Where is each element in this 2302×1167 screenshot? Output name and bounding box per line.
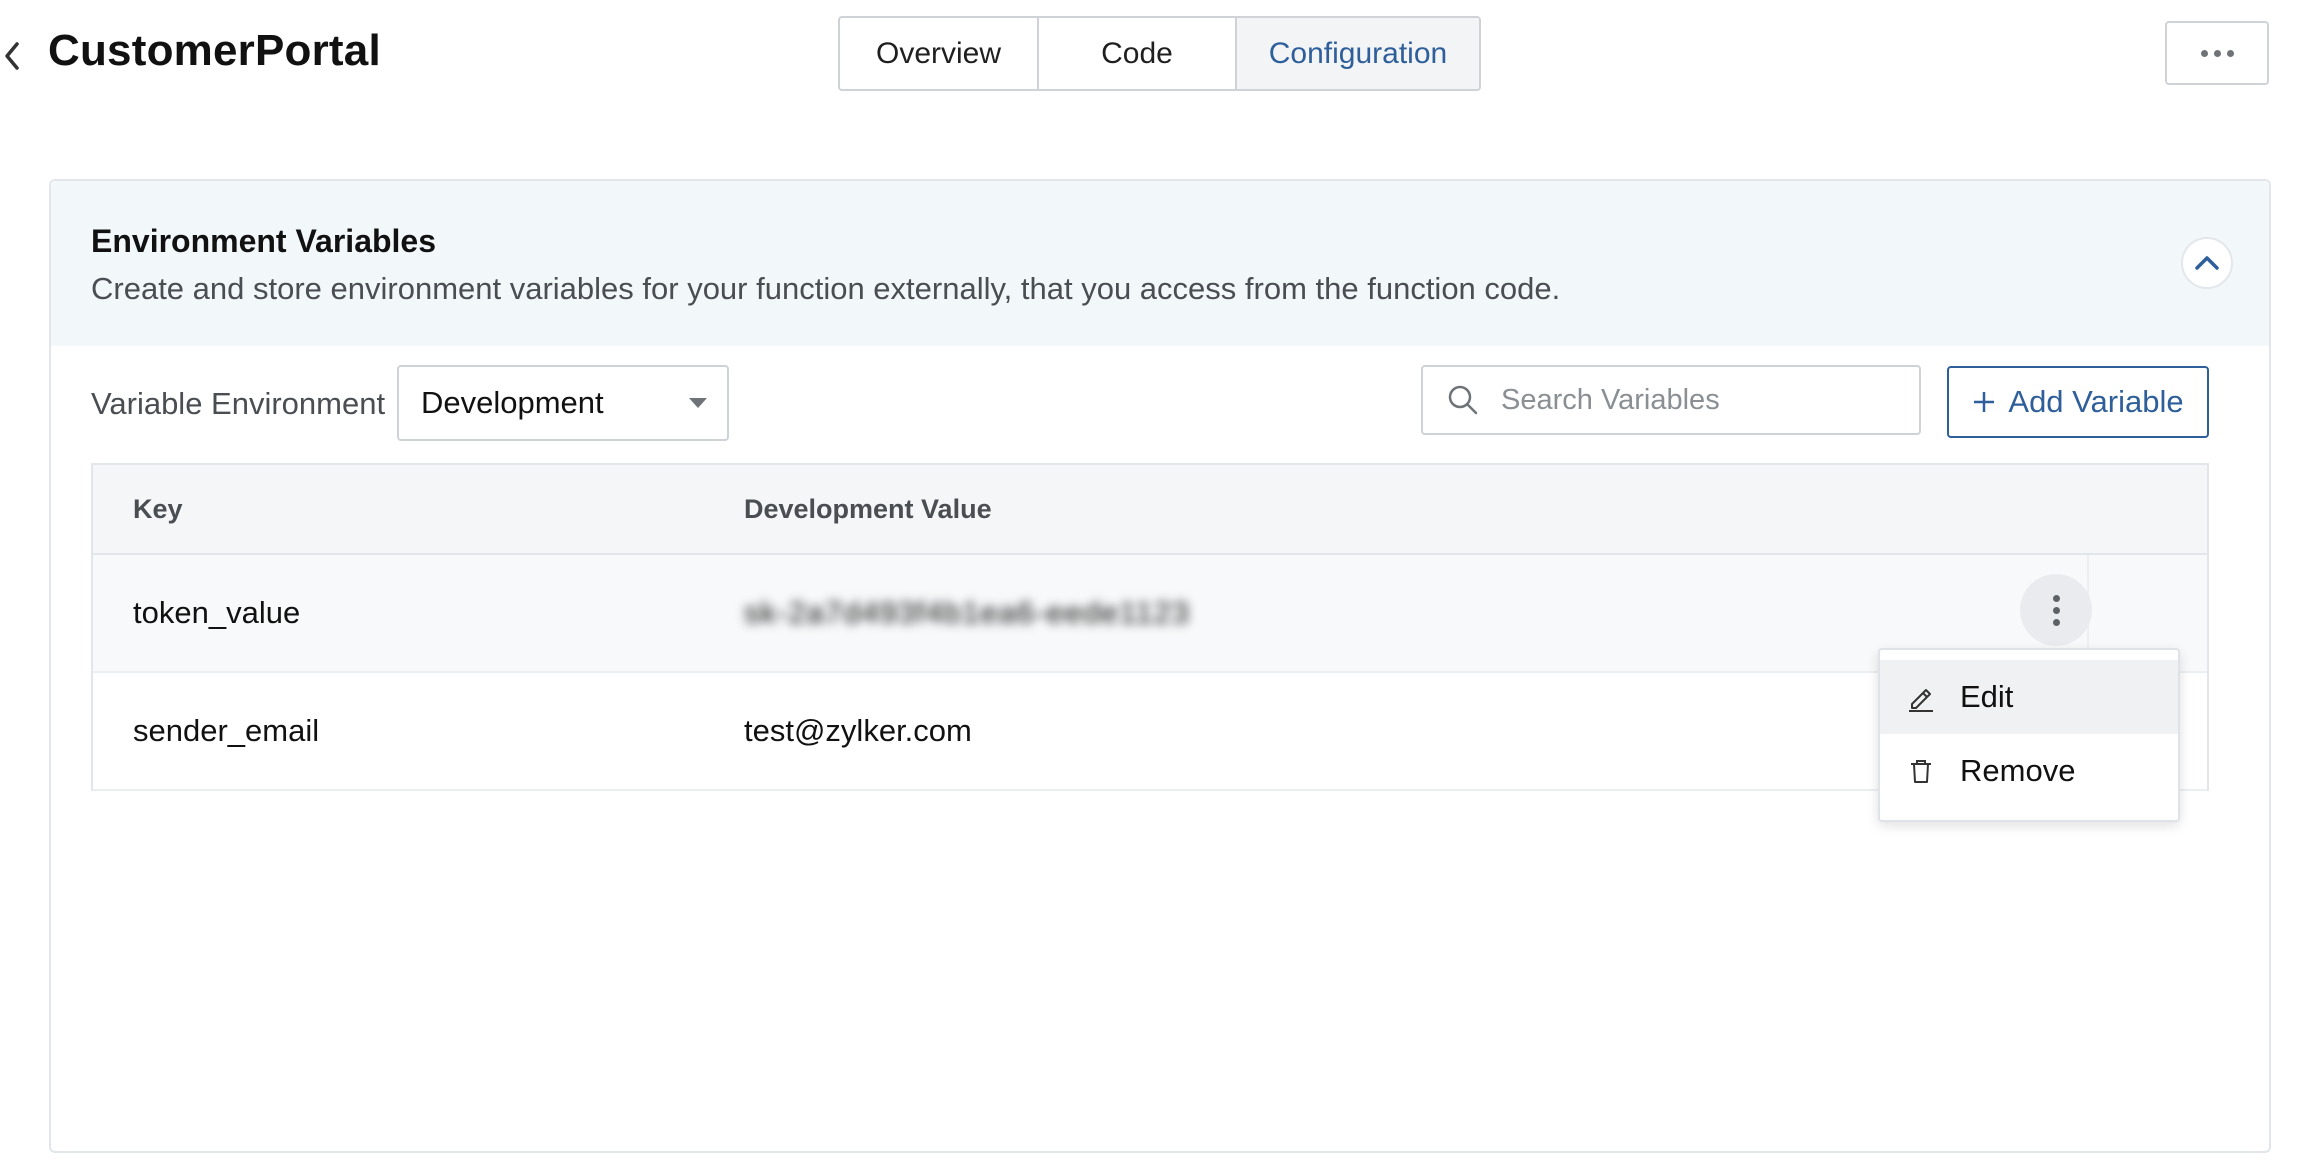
caret-down-icon (689, 398, 707, 408)
row-actions-menu: Edit Remove (1878, 648, 2180, 822)
chevron-up-icon (2195, 256, 2219, 270)
environment-select-value: Development (421, 385, 604, 420)
back-button[interactable] (0, 38, 24, 74)
panel-header: Environment Variables Create and store e… (51, 181, 2269, 346)
panel-title: Environment Variables (91, 223, 437, 259)
row-value: sk-2a7d493f4b1ea6-eede1123 (744, 595, 1191, 630)
more-horizontal-icon (2200, 49, 2208, 57)
add-variable-label: Add Variable (2008, 384, 2184, 419)
menu-item-remove[interactable]: Remove (1880, 734, 2178, 808)
page-title: CustomerPortal (48, 26, 381, 75)
more-options-button[interactable] (2165, 21, 2269, 85)
menu-item-label: Edit (1960, 679, 2014, 714)
column-header-key: Key (133, 493, 183, 524)
row-key: sender_email (133, 713, 320, 748)
search-input[interactable] (1501, 383, 1901, 417)
search-icon (1448, 385, 1478, 415)
collapse-button[interactable] (2181, 237, 2233, 289)
table-header: Key Development Value (93, 465, 2207, 555)
variable-environment-label: Variable Environment (91, 386, 386, 421)
tab-configuration[interactable]: Configuration (1235, 18, 1479, 89)
plus-icon (1974, 392, 1995, 412)
tab-bar: Overview Code Configuration (838, 16, 1481, 91)
menu-item-edit[interactable]: Edit (1880, 660, 2178, 734)
trash-icon (1911, 760, 1931, 783)
environment-select[interactable]: Development (397, 365, 729, 441)
column-header-value: Development Value (744, 493, 992, 524)
tab-overview[interactable]: Overview (840, 18, 1037, 89)
more-vertical-icon (2052, 594, 2060, 602)
add-variable-button[interactable]: Add Variable (1947, 366, 2209, 438)
row-actions-button[interactable] (2020, 574, 2092, 646)
pencil-icon (1909, 689, 1933, 712)
menu-item-label: Remove (1960, 753, 2076, 788)
row-key: token_value (133, 595, 301, 630)
row-value: test@zylker.com (744, 713, 972, 748)
chevron-left-icon (5, 42, 19, 70)
panel-description: Create and store environment variables f… (91, 271, 1561, 306)
search-box (1421, 365, 1921, 435)
tab-code[interactable]: Code (1037, 18, 1235, 89)
